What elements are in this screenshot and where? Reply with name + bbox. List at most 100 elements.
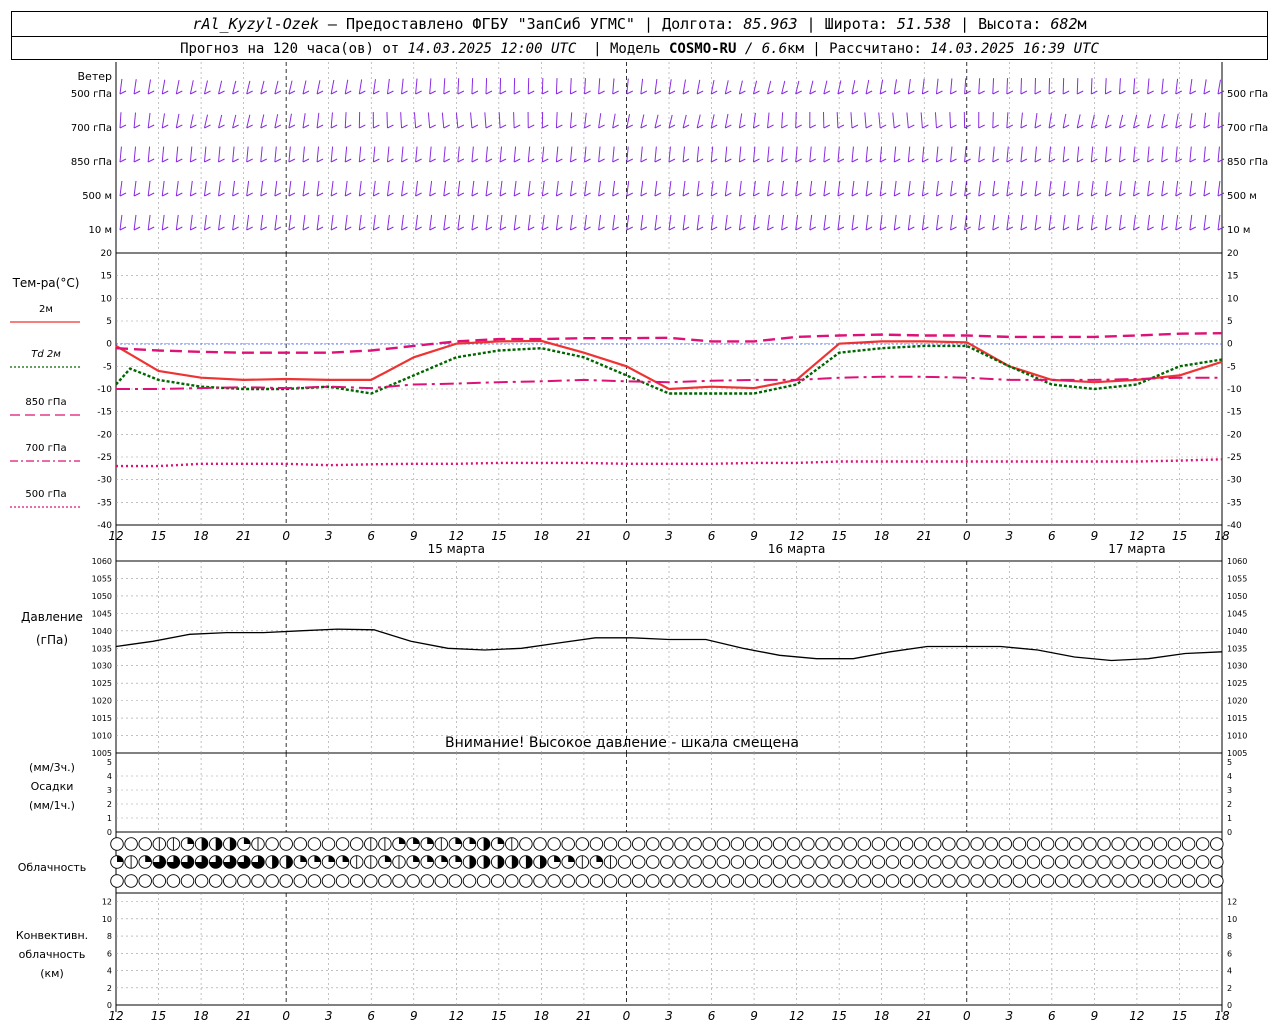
wind-barb-flag (1217, 158, 1225, 163)
cloud-fill (596, 855, 603, 862)
wind-barb-flag (218, 226, 225, 231)
wind-barb-staff (1118, 78, 1121, 95)
cloud-fill (469, 837, 476, 844)
wind-barb-flag (865, 158, 873, 163)
wind-barb-flag (1077, 158, 1084, 163)
cloud-circle (575, 874, 590, 888)
wind-barb-flag (795, 124, 802, 129)
wind-barb-flag (119, 90, 127, 95)
wind-barb-flag (499, 192, 507, 197)
wind-barb-staff (344, 112, 347, 129)
pressure-tick-left: 1050 (92, 592, 112, 601)
wind-barb-staff (893, 214, 897, 231)
precip-tick-right: 2 (1227, 800, 1232, 809)
wind-barb-staff (330, 146, 334, 163)
wind-barb-flag (1161, 192, 1168, 197)
wind-barb-staff (668, 79, 672, 95)
wind-barb-staff (1217, 214, 1221, 231)
wind-barb-flag (1034, 90, 1042, 95)
wind-level-left: 500 м (82, 191, 112, 202)
wind-barb-flag (1147, 90, 1154, 95)
cloud-circle (899, 837, 914, 851)
cloud-fill (187, 837, 194, 844)
convective-tick-left: 4 (107, 967, 112, 976)
wind-barb-flag (190, 192, 197, 197)
wind-barb-flag (612, 90, 619, 95)
wind-barb-staff (1161, 146, 1164, 163)
wind-barb-staff (499, 180, 503, 197)
wind-barb-flag (837, 158, 845, 163)
wind-barb-flag (162, 192, 169, 197)
cloud-circle (1181, 855, 1196, 869)
wind-barb-staff (372, 146, 376, 163)
wind-barb-staff (934, 112, 937, 129)
cloud-circle (1111, 874, 1125, 888)
cloud-fill (413, 837, 420, 844)
wind-barb-staff (1147, 146, 1150, 163)
wind-barb-flag (429, 226, 436, 231)
wind-barb-flag (1175, 226, 1182, 231)
wind-barb-staff (1076, 214, 1080, 231)
wind-barb-staff (232, 80, 237, 95)
wind-barb-flag (415, 192, 422, 197)
wind-barb-staff (246, 146, 249, 163)
cloud-circle (1083, 874, 1097, 888)
wind-barb-flag (612, 192, 619, 197)
cloud-circle (575, 837, 590, 851)
wind-barb-staff (640, 114, 645, 129)
wind-barb-staff (555, 146, 559, 163)
wind-barb-flag (894, 158, 901, 163)
wind-barb-flag (415, 90, 422, 95)
wind-barb-staff (302, 180, 306, 197)
cloud-circle (857, 837, 872, 851)
cloud-circle (871, 874, 886, 888)
wind-barb-staff (893, 146, 897, 163)
wind-barb-staff (1217, 180, 1221, 197)
cloud-circle (674, 837, 688, 851)
time-tick-label-bottom: 18 (874, 1009, 890, 1023)
wind-barb-flag (781, 226, 788, 231)
wind-barb-flag (696, 192, 704, 197)
cloud-circle (1167, 855, 1182, 869)
wind-barb-staff (372, 79, 376, 95)
wind-barb-flag (1133, 90, 1140, 95)
cloud-circle (434, 874, 449, 888)
wind-barb-flag (584, 124, 591, 129)
wind-barb-staff (189, 180, 193, 197)
convective-tick-right: 10 (1227, 915, 1237, 924)
wind-barb-staff (161, 79, 166, 95)
cloud-circle (984, 874, 998, 888)
wind-barb-flag (753, 124, 760, 129)
wind-barb-flag (654, 192, 662, 197)
cloud-circle (758, 855, 773, 869)
cloud-fill (427, 855, 434, 862)
wind-barb-staff (626, 146, 629, 163)
wind-barb-staff (260, 114, 265, 129)
cloud-fill (540, 855, 547, 869)
cloud-circle (194, 874, 209, 888)
cloud-circle (462, 874, 477, 888)
wind-barb-staff (978, 214, 982, 231)
wind-barb-flag (443, 90, 450, 95)
wind-barb-flag (922, 124, 929, 129)
wind-barb-flag (471, 226, 479, 231)
wind-barb-flag (232, 226, 239, 231)
wind-barb-staff (119, 180, 123, 197)
wind-barb-flag (429, 158, 436, 163)
wind-barb-flag (373, 90, 380, 95)
wind-barb-staff (823, 214, 827, 231)
time-tick-label-bottom: 12 (789, 1009, 804, 1023)
wind-barb-staff (964, 146, 967, 163)
temp-tick-right: -25 (1227, 453, 1242, 463)
cloud-circle (815, 855, 829, 869)
cloud-circle (843, 855, 857, 869)
wind-barb-flag (387, 158, 394, 163)
wind-barb-flag (499, 158, 507, 163)
wind-barb-flag (1020, 192, 1028, 197)
precip-tick-left: 1 (107, 814, 112, 823)
wind-barb-staff (879, 146, 883, 163)
time-tick-label: 18 (193, 529, 209, 543)
wind-barb-flag (739, 226, 746, 231)
wind-barb-staff (316, 146, 320, 163)
temp-tick-left: 0 (106, 340, 112, 350)
